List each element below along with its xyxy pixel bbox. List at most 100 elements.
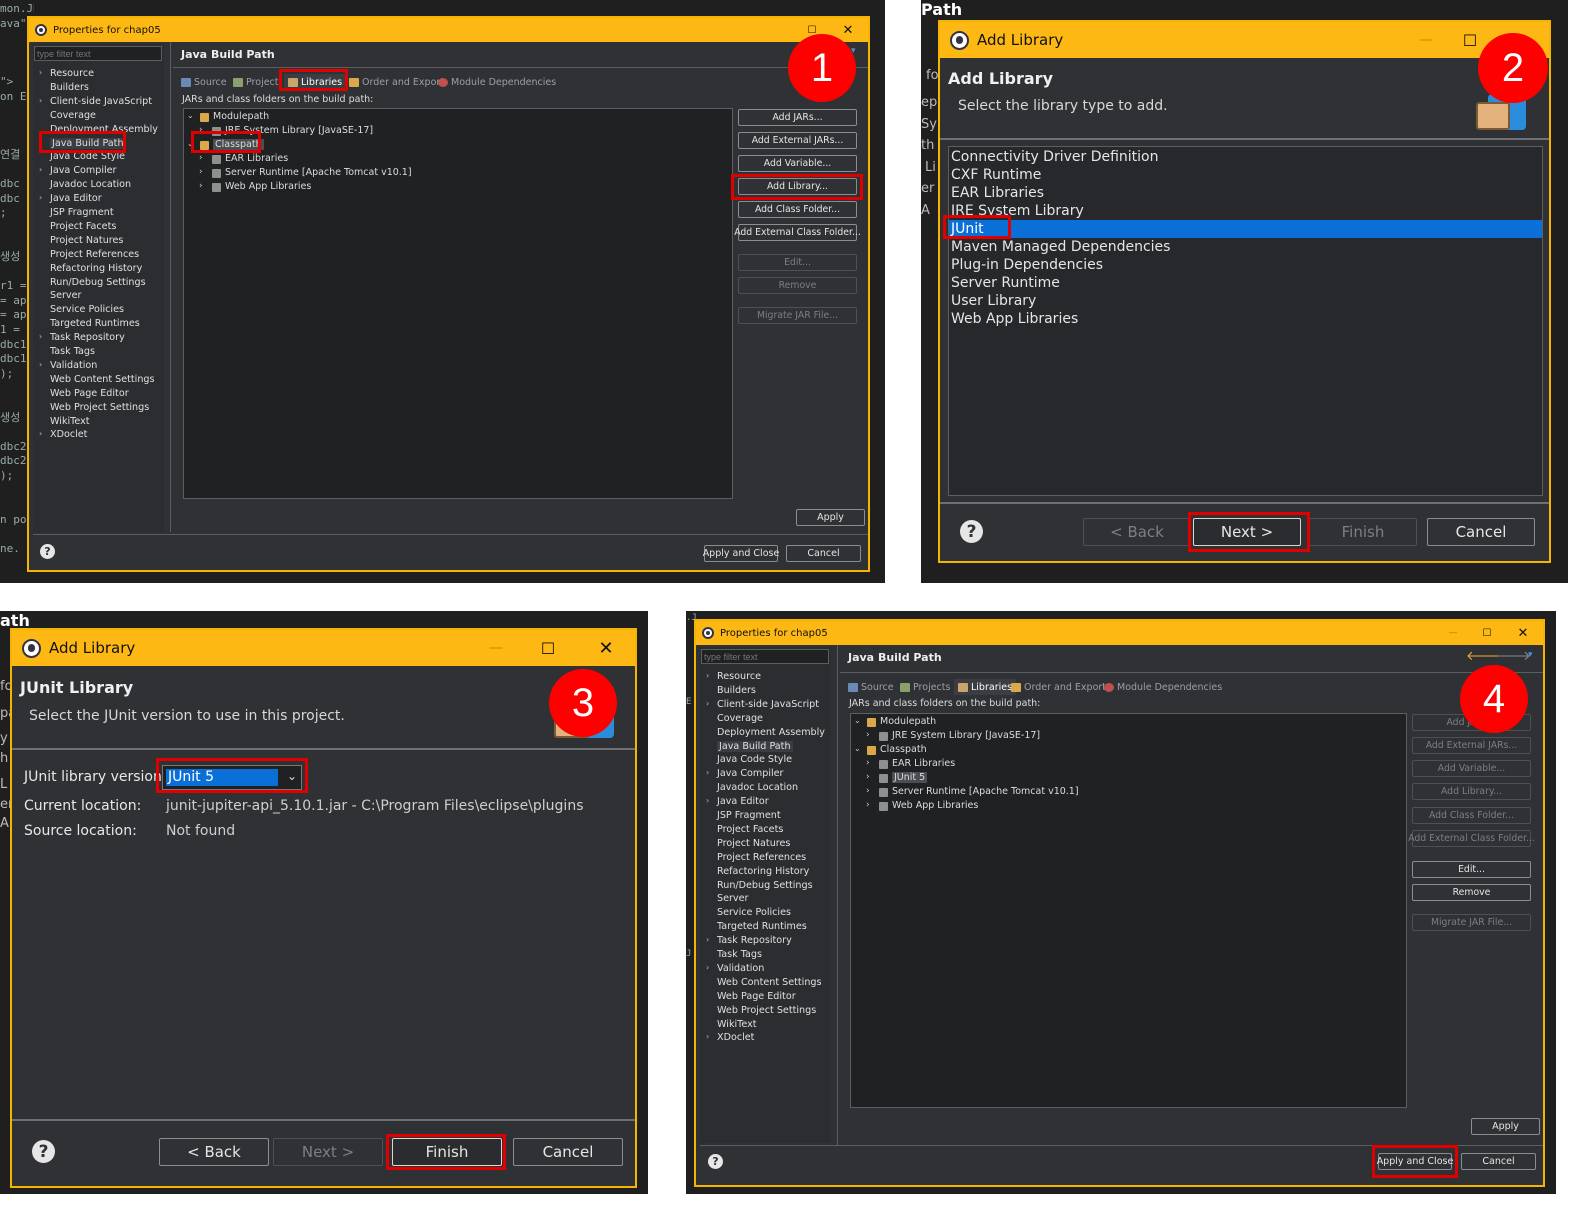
nav-item-java-code-style[interactable]: Java Code Style bbox=[717, 754, 792, 765]
nav-item-server[interactable]: Server bbox=[717, 893, 748, 904]
nav-item-java-editor[interactable]: Java Editor bbox=[717, 796, 769, 807]
nav-item-web-project-settings[interactable]: Web Project Settings bbox=[717, 1005, 816, 1016]
tree-item-classpath[interactable]: Classpath bbox=[213, 139, 264, 150]
add-class-folder-button[interactable]: Add Class Folder... bbox=[1412, 807, 1531, 824]
help-icon[interactable]: ? bbox=[708, 1154, 723, 1169]
list-item-user-library[interactable]: User Library bbox=[949, 292, 1542, 310]
remove-button[interactable]: Remove bbox=[738, 277, 857, 294]
chevron-down-icon[interactable]: ⌄ bbox=[187, 111, 194, 120]
chevron-right-icon[interactable]: › bbox=[866, 730, 870, 740]
remove-button[interactable]: Remove bbox=[1412, 884, 1531, 901]
maximize-icon[interactable]: ☐ bbox=[1459, 22, 1481, 58]
nav-item-web-project-settings[interactable]: Web Project Settings bbox=[50, 402, 149, 413]
nav-item-task-repository[interactable]: Task Repository bbox=[717, 935, 792, 946]
add-variable-button[interactable]: Add Variable... bbox=[738, 155, 857, 172]
close-icon[interactable]: ✕ bbox=[595, 630, 617, 666]
tab-libraries[interactable]: Libraries bbox=[284, 74, 347, 90]
minimize-icon[interactable]: — bbox=[485, 630, 507, 666]
chevron-right-icon[interactable]: › bbox=[866, 758, 870, 768]
list-item-maven-managed-dependencies[interactable]: Maven Managed Dependencies bbox=[949, 238, 1542, 256]
nav-item-java-build-path[interactable]: Java Build Path bbox=[717, 740, 793, 752]
chevron-right-icon[interactable]: › bbox=[706, 1032, 709, 1041]
cancel-button[interactable]: Cancel bbox=[1461, 1153, 1536, 1170]
list-item-web-app-libraries[interactable]: Web App Libraries bbox=[949, 310, 1542, 328]
nav-item-project-facets[interactable]: Project Facets bbox=[717, 824, 783, 835]
finish-button[interactable]: Finish bbox=[1309, 518, 1417, 546]
build-path-tree[interactable]: ⌄ Modulepath › JRE System Library [JavaSE-1… bbox=[850, 713, 1407, 1108]
tree-item-web-app-libraries[interactable]: Web App Libraries bbox=[225, 181, 311, 192]
migrate-jar-file-button[interactable]: Migrate JAR File... bbox=[1412, 914, 1531, 931]
nav-item-xdoclet[interactable]: XDoclet bbox=[50, 429, 87, 440]
apply-button[interactable]: Apply bbox=[1471, 1118, 1540, 1135]
nav-item-service-policies[interactable]: Service Policies bbox=[50, 304, 124, 315]
library-type-list[interactable]: Connectivity Driver Definition CXF Runtim… bbox=[948, 146, 1543, 496]
migrate-jar-file-button[interactable]: Migrate JAR File... bbox=[738, 307, 857, 324]
tab-module-dependencies[interactable]: Module Dependencies bbox=[438, 74, 556, 90]
list-item-server-runtime[interactable]: Server Runtime bbox=[949, 274, 1542, 292]
chevron-down-icon[interactable]: ⌄ bbox=[287, 769, 297, 783]
tree-item-web-app-libraries[interactable]: Web App Libraries bbox=[892, 800, 978, 811]
add-library-button[interactable]: Add Library... bbox=[1412, 783, 1531, 800]
nav-item-java-code-style[interactable]: Java Code Style bbox=[50, 151, 125, 162]
cancel-button[interactable]: Cancel bbox=[1427, 518, 1535, 546]
nav-item-java-editor[interactable]: Java Editor bbox=[50, 193, 102, 204]
nav-item-validation[interactable]: Validation bbox=[50, 360, 97, 371]
nav-item-task-repository[interactable]: Task Repository bbox=[50, 332, 125, 343]
close-icon[interactable]: ✕ bbox=[1513, 621, 1533, 645]
tree-item-ear-libraries[interactable]: EAR Libraries bbox=[892, 758, 955, 769]
title-bar[interactable]: Add Library — ☐ ✕ bbox=[940, 22, 1549, 58]
chevron-right-icon[interactable]: › bbox=[39, 193, 42, 202]
tree-item-modulepath[interactable]: Modulepath bbox=[213, 111, 269, 122]
nav-item-resource[interactable]: Resource bbox=[50, 68, 94, 79]
list-item-plug-in-dependencies[interactable]: Plug-in Dependencies bbox=[949, 256, 1542, 274]
nav-item-project-facets[interactable]: Project Facets bbox=[50, 221, 116, 232]
nav-item-coverage[interactable]: Coverage bbox=[717, 713, 763, 724]
add-variable-button[interactable]: Add Variable... bbox=[1412, 760, 1531, 777]
chevron-right-icon[interactable]: › bbox=[199, 181, 203, 191]
nav-item-validation[interactable]: Validation bbox=[717, 963, 764, 974]
nav-item-service-policies[interactable]: Service Policies bbox=[717, 907, 791, 918]
list-item-jre-system-library[interactable]: JRE System Library bbox=[949, 202, 1542, 220]
chevron-right-icon[interactable]: › bbox=[866, 800, 870, 810]
tab-libraries[interactable]: Libraries bbox=[954, 679, 1017, 695]
tree-item-server-runtime-apache-tomcat-v10-1[interactable]: Server Runtime [Apache Tomcat v10.1] bbox=[225, 167, 412, 178]
nav-item-web-content-settings[interactable]: Web Content Settings bbox=[717, 977, 822, 988]
title-bar[interactable]: Add Library — ☐ ✕ bbox=[12, 630, 635, 666]
nav-item-web-page-editor[interactable]: Web Page Editor bbox=[717, 991, 796, 1002]
nav-item-java-compiler[interactable]: Java Compiler bbox=[50, 165, 117, 176]
chevron-right-icon[interactable]: › bbox=[199, 125, 203, 135]
add-external-jars-button[interactable]: Add External JARs... bbox=[738, 132, 857, 149]
edit-button[interactable]: Edit... bbox=[1412, 861, 1531, 878]
minimize-icon[interactable]: — bbox=[1443, 621, 1463, 645]
nav-item-task-tags[interactable]: Task Tags bbox=[717, 949, 762, 960]
tab-source[interactable]: Source bbox=[181, 74, 227, 90]
chevron-down-icon[interactable]: ⌄ bbox=[854, 744, 861, 753]
apply-and-close-button[interactable]: Apply and Close bbox=[703, 545, 779, 562]
nav-item-javadoc-location[interactable]: Javadoc Location bbox=[717, 782, 798, 793]
list-item-cxf-runtime[interactable]: CXF Runtime bbox=[949, 166, 1542, 184]
nav-item-run-debug-settings[interactable]: Run/Debug Settings bbox=[717, 880, 813, 891]
nav-item-java-compiler[interactable]: Java Compiler bbox=[717, 768, 784, 779]
chevron-down-icon[interactable]: ⌄ bbox=[187, 139, 194, 148]
maximize-icon[interactable]: ☐ bbox=[537, 630, 559, 666]
nav-item-client-side-javascript[interactable]: Client-side JavaScript bbox=[717, 699, 819, 710]
nav-item-javadoc-location[interactable]: Javadoc Location bbox=[50, 179, 131, 190]
chevron-down-icon[interactable]: ⌄ bbox=[854, 716, 861, 725]
next-button[interactable]: Next > bbox=[1193, 518, 1301, 546]
add-external-class-folder-button[interactable]: Add External Class Folder... bbox=[734, 224, 861, 241]
nav-item-xdoclet[interactable]: XDoclet bbox=[717, 1032, 754, 1043]
back-button[interactable]: < Back bbox=[1083, 518, 1191, 546]
tree-item-junit-5[interactable]: JUnit 5 bbox=[892, 772, 928, 783]
tree-item-jre-system-library-javase-17[interactable]: JRE System Library [JavaSE-17] bbox=[225, 125, 373, 136]
edit-button[interactable]: Edit... bbox=[738, 254, 857, 271]
nav-item-resource[interactable]: Resource bbox=[717, 671, 761, 682]
nav-item-deployment-assembly[interactable]: Deployment Assembly bbox=[50, 124, 158, 135]
finish-button[interactable]: Finish bbox=[392, 1138, 502, 1166]
nav-item-wikitext[interactable]: WikiText bbox=[717, 1019, 757, 1030]
nav-item-targeted-runtimes[interactable]: Targeted Runtimes bbox=[717, 921, 807, 932]
nav-item-java-build-path[interactable]: Java Build Path bbox=[50, 137, 126, 149]
close-icon[interactable]: ✕ bbox=[838, 18, 858, 42]
nav-item-project-references[interactable]: Project References bbox=[50, 249, 139, 260]
nav-item-project-references[interactable]: Project References bbox=[717, 852, 806, 863]
title-bar[interactable]: Properties for chap05 — ☐ ✕ bbox=[696, 621, 1543, 645]
